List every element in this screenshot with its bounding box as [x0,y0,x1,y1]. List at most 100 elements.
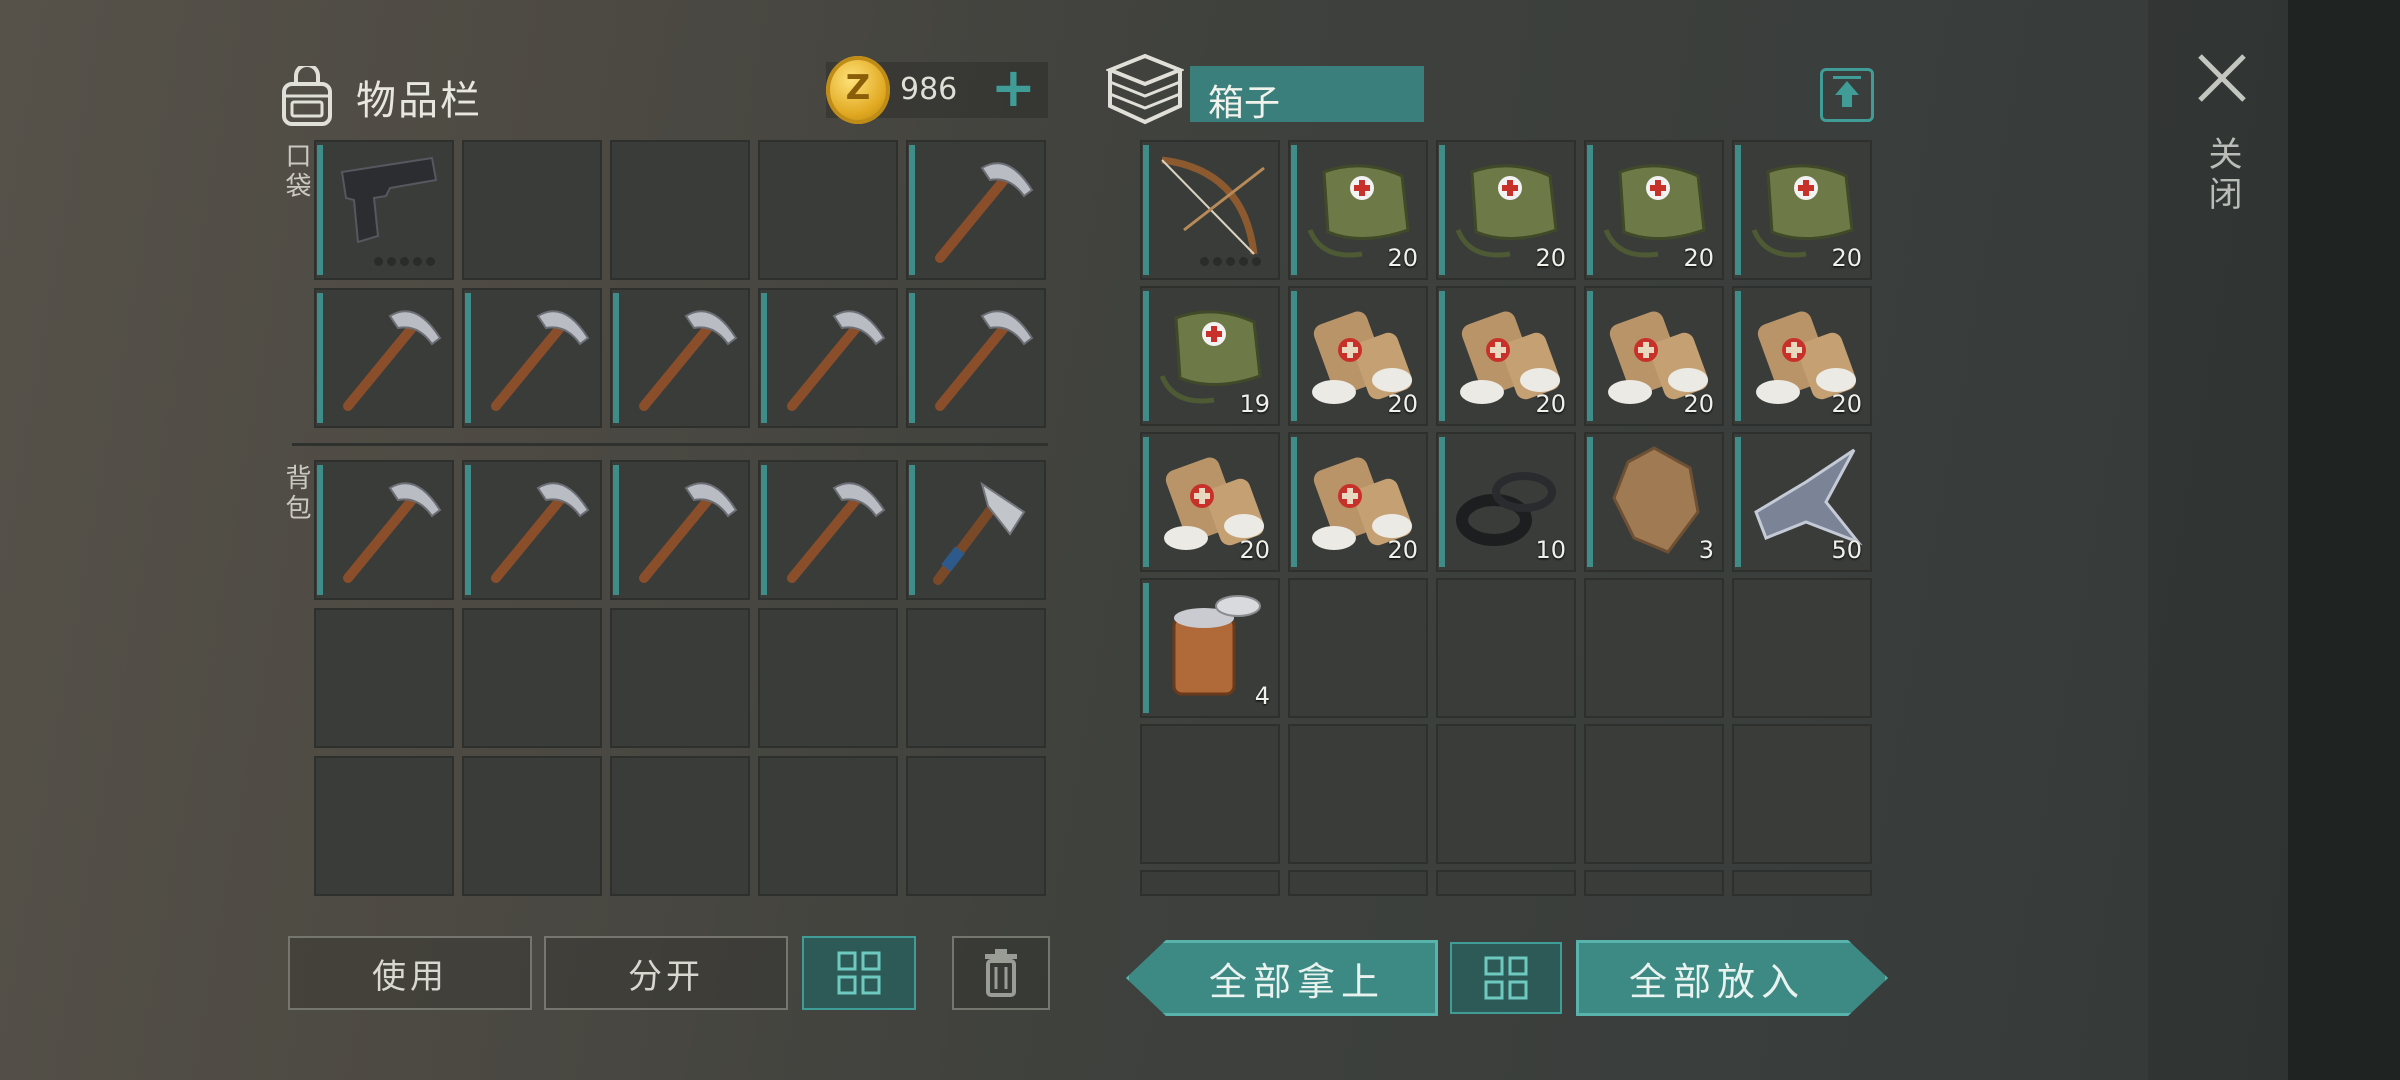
box-slot[interactable] [1436,870,1576,896]
box-slot[interactable] [1732,870,1872,896]
put-all-button[interactable]: 全部放入 [1576,940,1888,1016]
backpack-slot[interactable] [758,460,898,600]
backpack-slot[interactable] [314,608,454,748]
pistol-icon [328,150,446,268]
box-slot[interactable]: 20 [1288,286,1428,426]
backpack-slot[interactable] [462,608,602,748]
pocket-slot[interactable] [314,140,454,280]
backpack-slot[interactable] [462,756,602,896]
box-slot[interactable] [1732,724,1872,864]
close-icon[interactable] [2196,52,2248,104]
pickaxe-icon [624,298,742,416]
item-count: 10 [1535,536,1566,564]
backpack-slot[interactable] [758,756,898,896]
box-slot[interactable] [1584,870,1724,896]
box-slot[interactable] [1436,724,1576,864]
add-coins-button[interactable]: + [991,60,1036,116]
backpack-slot[interactable] [610,608,750,748]
take-all-label: 全部拿上 [1208,959,1385,1004]
box-title: 箱子 [1208,83,1281,124]
box-slot[interactable] [1584,578,1724,718]
item-count: 20 [1239,536,1270,564]
box-slot[interactable] [1140,140,1280,280]
box-slot[interactable] [1288,578,1428,718]
box-slot[interactable] [1436,578,1576,718]
pocket-slot[interactable] [610,288,750,428]
pocket-slot[interactable] [758,140,898,280]
box-slot[interactable] [1288,870,1428,896]
backpack-slot[interactable] [906,756,1046,896]
pocket-slot[interactable] [314,288,454,428]
box-slot[interactable]: 3 [1584,432,1724,572]
box-slot[interactable]: 20 [1140,432,1280,572]
pickaxe-icon [772,298,890,416]
box-slot[interactable] [1140,724,1280,864]
pickaxe-icon [920,298,1038,416]
box-slot[interactable]: 10 [1436,432,1576,572]
box-slot[interactable]: 20 [1436,286,1576,426]
put-all-label: 全部放入 [1628,959,1805,1004]
box-slot[interactable] [1732,578,1872,718]
backpack-slot[interactable] [906,460,1046,600]
pocket-slot[interactable] [906,288,1046,428]
pickaxe-icon [328,470,446,588]
box-slot[interactable]: 20 [1288,140,1428,280]
box-slot[interactable]: 20 [1288,432,1428,572]
pickaxe-icon [476,298,594,416]
box-slot[interactable]: 4 [1140,578,1280,718]
item-count: 20 [1683,244,1714,272]
backpack-slot[interactable] [610,756,750,896]
box-slot[interactable]: 20 [1436,140,1576,280]
item-count: 50 [1831,536,1862,564]
backpack-slot[interactable] [758,608,898,748]
item-count: 20 [1535,390,1566,418]
pickaxe-icon [624,470,742,588]
pockets-label: 口袋 [281,142,311,202]
trash-button[interactable] [952,936,1050,1010]
pocket-slot[interactable] [906,140,1046,280]
upload-icon [1833,76,1861,107]
sort-button[interactable] [802,936,916,1010]
backpack-slot[interactable] [462,460,602,600]
use-button[interactable]: 使用 [288,936,532,1010]
item-count: 20 [1387,536,1418,564]
backpack-slot[interactable] [314,460,454,600]
item-count: 20 [1683,390,1714,418]
pocket-slot[interactable] [758,288,898,428]
split-button[interactable]: 分开 [544,936,788,1010]
box-slot[interactable]: 50 [1732,432,1872,572]
trash-icon [985,949,1017,997]
coin-value: 986 [900,72,958,107]
grid-icon [837,951,881,995]
item-count: 19 [1239,390,1270,418]
box-slot[interactable] [1288,724,1428,864]
box-slot[interactable]: 20 [1584,140,1724,280]
box-slot[interactable] [1140,870,1280,896]
pocket-slot[interactable] [462,288,602,428]
box-header [1104,52,1186,130]
box-slot[interactable]: 20 [1732,286,1872,426]
pickaxe-icon [772,470,890,588]
backpack-slot[interactable] [314,756,454,896]
box-slot[interactable]: 20 [1584,286,1724,426]
box-slot[interactable] [1584,724,1724,864]
durability-dots [1200,257,1261,266]
box-sort-button[interactable] [1450,942,1562,1014]
backpack-slot[interactable] [906,608,1046,748]
right-edge-panel [2288,0,2400,1080]
item-count: 4 [1254,682,1270,710]
backpack-icon [282,66,332,126]
box-slot[interactable]: 19 [1140,286,1280,426]
box-slot[interactable]: 20 [1732,140,1872,280]
durability-dots [374,257,435,266]
take-all-button[interactable]: 全部拿上 [1126,940,1438,1016]
box-title-field[interactable]: 箱子 [1190,66,1424,124]
upload-button[interactable] [1820,68,1874,122]
pocket-slot[interactable] [610,140,750,280]
backpack-slot[interactable] [610,460,750,600]
close-label[interactable]: 关闭 [2198,136,2247,216]
inventory-title: 物品栏 [356,78,482,124]
item-count: 20 [1831,390,1862,418]
section-divider [292,443,1048,446]
pocket-slot[interactable] [462,140,602,280]
